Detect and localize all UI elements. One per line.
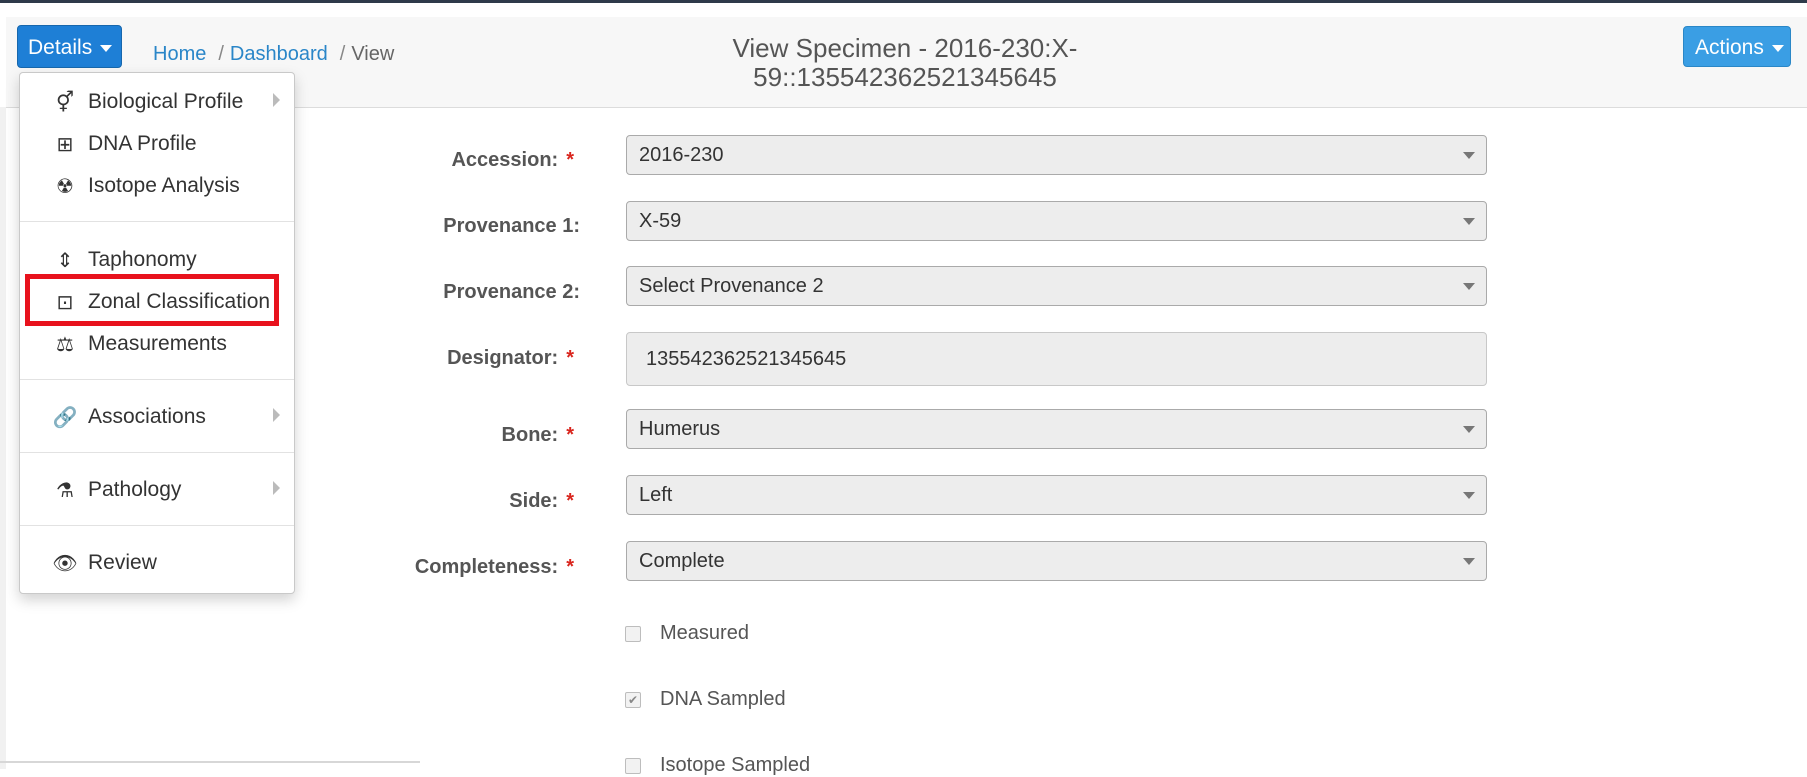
menu-divider bbox=[20, 221, 294, 222]
side-label: Side: * bbox=[509, 490, 574, 512]
measured-checkbox-row[interactable]: Measured bbox=[625, 622, 749, 645]
dropdown-arrow-icon bbox=[1463, 492, 1475, 499]
bone-select[interactable]: Humerus bbox=[626, 409, 1487, 449]
page-title-line2: 59::135542362521345645 bbox=[753, 62, 1057, 92]
breadcrumb-home-link[interactable]: Home bbox=[153, 43, 206, 65]
accession-label: Accession: * bbox=[451, 149, 574, 171]
details-dropdown-menu: ⚥ Biological Profile ⊞ DNA Profile ☢ Iso… bbox=[19, 72, 295, 594]
menu-divider bbox=[20, 452, 294, 453]
actions-label: Actions bbox=[1695, 36, 1764, 59]
menu-item-isotope-analysis[interactable]: ☢ Isotope Analysis bbox=[20, 167, 294, 205]
link-icon: 🔗 bbox=[52, 406, 78, 429]
menu-item-label: Taphonomy bbox=[88, 248, 197, 271]
balance-scale-icon: ⚖ bbox=[56, 333, 74, 356]
side-select[interactable]: Left bbox=[626, 475, 1487, 515]
actions-dropdown-button[interactable]: Actions bbox=[1683, 26, 1791, 67]
medkit-icon: ⊞ bbox=[56, 133, 74, 156]
details-dropdown-button[interactable]: Details bbox=[17, 25, 122, 68]
isotope-sampled-checkbox-row[interactable]: Isotope Sampled bbox=[625, 754, 810, 777]
menu-item-label: Pathology bbox=[88, 478, 182, 501]
provenance1-label: Provenance 1: bbox=[443, 215, 580, 237]
provenance2-label: Provenance 2: bbox=[443, 281, 580, 303]
details-label: Details bbox=[28, 36, 93, 59]
dropdown-arrow-icon bbox=[1463, 283, 1475, 290]
menu-item-label: Measurements bbox=[88, 332, 227, 355]
submenu-arrow-icon bbox=[273, 408, 280, 422]
breadcrumb-dashboard-link[interactable]: Dashboard bbox=[230, 43, 328, 65]
menu-item-label: Biological Profile bbox=[88, 90, 244, 113]
menu-item-review[interactable]: 👁 Review bbox=[20, 544, 294, 582]
menu-item-biological-profile[interactable]: ⚥ Biological Profile bbox=[20, 83, 294, 121]
isotope-sampled-label: Isotope Sampled bbox=[660, 754, 811, 776]
submenu-arrow-icon bbox=[273, 93, 280, 107]
radiation-icon: ☢ bbox=[56, 175, 74, 198]
provenance2-select[interactable]: Select Provenance 2 bbox=[626, 266, 1487, 306]
gender-icon: ⚥ bbox=[55, 91, 75, 114]
submenu-arrow-icon bbox=[273, 481, 280, 495]
isotope-sampled-checkbox[interactable] bbox=[625, 757, 641, 774]
designator-input[interactable]: 135542362521345645 bbox=[626, 332, 1487, 386]
breadcrumb-separator: / bbox=[339, 43, 346, 65]
menu-item-pathology[interactable]: ⚗ Pathology bbox=[20, 471, 294, 509]
page-title-line1: View Specimen - 2016-230:X- bbox=[732, 33, 1078, 63]
completeness-label: Completeness: * bbox=[414, 556, 574, 578]
menu-item-associations[interactable]: 🔗 Associations bbox=[20, 398, 294, 436]
menu-divider bbox=[20, 525, 294, 526]
breadcrumb-separator: / bbox=[218, 43, 224, 65]
dna-sampled-checkbox-row[interactable]: ✔ DNA Sampled bbox=[625, 688, 786, 711]
menu-item-dna-profile[interactable]: ⊞ DNA Profile bbox=[20, 125, 294, 163]
breadcrumb-current: View bbox=[351, 43, 395, 65]
completeness-select[interactable]: Complete bbox=[626, 541, 1487, 581]
bone-label: Bone: * bbox=[501, 424, 574, 446]
designator-label: Designator: * bbox=[447, 347, 574, 369]
bottom-scrollbar bbox=[0, 761, 420, 763]
left-shadow bbox=[0, 107, 6, 769]
eye-icon: 👁 bbox=[52, 552, 78, 575]
measured-checkbox[interactable] bbox=[625, 625, 641, 642]
dna-sampled-label: DNA Sampled bbox=[660, 688, 786, 710]
dna-sampled-checkbox[interactable]: ✔ bbox=[625, 691, 641, 708]
dropdown-arrow-icon bbox=[1463, 218, 1475, 225]
text-height-icon: ⇕ bbox=[56, 249, 74, 272]
menu-divider bbox=[20, 379, 294, 380]
highlight-box bbox=[25, 274, 279, 326]
dropdown-arrow-icon bbox=[1463, 558, 1475, 565]
caret-down-icon bbox=[100, 44, 113, 52]
breadcrumb: Home / Dashboard / View bbox=[153, 43, 394, 66]
caret-down-icon bbox=[1771, 44, 1784, 52]
provenance1-select[interactable]: X-59 bbox=[626, 201, 1487, 241]
menu-item-label: DNA Profile bbox=[88, 132, 197, 155]
dropdown-arrow-icon bbox=[1463, 152, 1475, 159]
menu-item-measurements[interactable]: ⚖ Measurements bbox=[20, 325, 294, 363]
menu-item-label: Review bbox=[88, 551, 157, 574]
top-border bbox=[0, 0, 1807, 3]
menu-item-label: Isotope Analysis bbox=[88, 174, 240, 197]
dropdown-arrow-icon bbox=[1463, 426, 1475, 433]
menu-item-label: Associations bbox=[88, 405, 206, 428]
page-title: View Specimen - 2016-230:X- 59::13554236… bbox=[650, 34, 1160, 92]
flask-icon: ⚗ bbox=[56, 479, 74, 502]
accession-select[interactable]: 2016-230 bbox=[626, 135, 1487, 175]
measured-label: Measured bbox=[660, 622, 749, 644]
